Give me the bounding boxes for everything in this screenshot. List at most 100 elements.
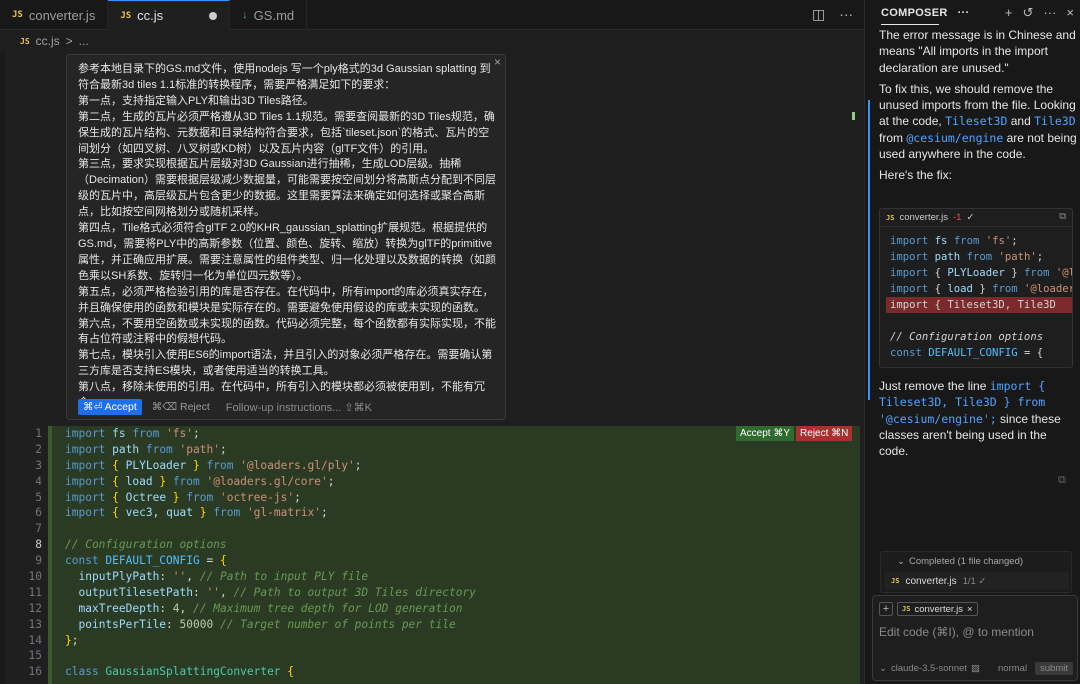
input-placeholder[interactable]: Edit code (⌘I), @ to mention	[879, 625, 1034, 639]
js-file-icon: JS	[891, 577, 900, 585]
code-token: '@loaders.gl/ply'	[240, 458, 355, 472]
code-token: '@loaders.gl/core'	[206, 474, 328, 488]
composer-message: The error message is in Chinese and mean…	[879, 27, 1077, 189]
change-marker	[852, 112, 855, 120]
code-token: class	[65, 665, 106, 679]
code-block-line: import { PLYLoader } from '@l	[890, 267, 1072, 279]
chevron-down-icon[interactable]: ⌄	[879, 663, 887, 674]
input-footer: ⌄ claude-3.5-sonnet ▨ normal submit	[879, 662, 1073, 675]
more-icon[interactable]: ···	[1043, 5, 1056, 21]
reject-diff-button[interactable]: Reject ⌘N	[796, 426, 853, 441]
close-panel-icon[interactable]: ×	[1066, 5, 1074, 21]
code-token: PLYLoader	[125, 458, 187, 472]
inline-code: @cesium/engine	[906, 130, 1004, 145]
prompt-line: 第六点，不要用空函数或未实现的函数。代码必须完整，每个函数都有实际实现，不能有占…	[78, 317, 496, 346]
split-editor-icon[interactable]: ◫	[812, 6, 825, 23]
code-line[interactable]: 10 inputPlyPath: '', // Path to input PL…	[0, 569, 860, 585]
accept-diff-button[interactable]: Accept ⌘Y	[736, 426, 795, 441]
code-line[interactable]: 14};	[0, 633, 860, 649]
completed-title: ⌄ Completed (1 file changed)	[897, 556, 1023, 567]
context-chips: + JS converter.js ×	[879, 602, 978, 616]
composer-menu-icon[interactable]: ···	[958, 7, 970, 19]
line-number: 3	[35, 458, 42, 472]
breadcrumb-file[interactable]: cc.js	[36, 34, 60, 48]
code-token: 'gl-matrix'	[246, 506, 322, 520]
code-line[interactable]: 8 // Configuration options	[0, 537, 860, 553]
image-icon[interactable]: ▨	[971, 663, 980, 674]
code-block-line: import fs from 'fs';	[890, 235, 1018, 247]
code-token: DEFAULT_CONFIG	[105, 554, 200, 568]
composer-title[interactable]: COMPOSER	[881, 7, 948, 19]
more-actions-icon[interactable]: ···	[839, 6, 853, 23]
mode-selector[interactable]: normal	[998, 663, 1027, 674]
code-line[interactable]: 1 import fs from 'fs';	[0, 426, 860, 442]
code-token: from	[139, 442, 180, 456]
code-block-file[interactable]: converter.js	[899, 212, 948, 223]
diff-actions: Accept ⌘Y Reject ⌘N	[736, 426, 853, 441]
remove-text-pre: Just remove the line	[879, 379, 987, 393]
completed-summary[interactable]: ⌄ Completed (1 file changed) JS converter…	[880, 551, 1072, 593]
intro-text: The error message is in Chinese and mean…	[879, 28, 1076, 75]
remove-text: Just remove the line import { Tileset3D,…	[879, 378, 1077, 459]
completed-file-row[interactable]: JS converter.js 1/1 ✓	[885, 572, 1069, 590]
code-text: pointsPerTile: 50000 // Target number of…	[65, 617, 455, 633]
code-line[interactable]: 12 maxTreeDepth: 4, // Maximum tree dept…	[0, 601, 860, 617]
composer-code-block[interactable]: JS converter.js -1 ✓ ⧉ import fs from 'f…	[879, 208, 1073, 368]
code-token: vec3	[125, 506, 153, 520]
followup-input[interactable]: Follow-up instructions... ⇧⌘K	[226, 401, 372, 414]
js-file-icon: JS	[12, 10, 23, 20]
code-token: :	[166, 617, 180, 631]
code-line[interactable]: 7	[0, 521, 860, 537]
copy-message-icon[interactable]: ⧉	[1058, 474, 1066, 487]
code-token: {	[112, 490, 126, 504]
submit-button[interactable]: submit	[1035, 662, 1073, 675]
composer-input[interactable]: + JS converter.js × Edit code (⌘I), @ to…	[872, 595, 1078, 681]
code-line[interactable]: 5 import { Octree } from 'octree-js';	[0, 490, 860, 506]
code-block-deleted-line: import { Tileset3D, Tile3D	[886, 297, 1072, 313]
code-line[interactable]: 13 pointsPerTile: 50000 // Target number…	[0, 617, 860, 633]
code-token: ;	[219, 442, 227, 456]
code-token: 'path'	[179, 442, 220, 456]
code-text: import { Octree } from 'octree-js';	[65, 490, 301, 506]
line-number: 9	[35, 554, 42, 568]
code-token: from	[125, 427, 167, 440]
code-token: }	[186, 458, 200, 472]
code-token: {	[112, 474, 126, 488]
code-line[interactable]: 6 import { vec3, quat } from 'gl-matrix';	[0, 505, 860, 521]
tab-cc-js[interactable]: JS cc.js	[108, 0, 231, 30]
tab-label: cc.js	[137, 8, 164, 23]
line-number: 10	[28, 570, 42, 584]
js-file-icon: JS	[886, 213, 895, 222]
code-line[interactable]: 9 const DEFAULT_CONFIG = {	[0, 553, 860, 569]
reject-button[interactable]: ⌘⌫ Reject	[152, 401, 210, 413]
code-block-header: JS converter.js -1 ✓ ⧉	[880, 209, 1072, 227]
new-chat-icon[interactable]: +	[1005, 5, 1013, 21]
code-line[interactable]: 15	[0, 648, 860, 664]
line-number: 1	[35, 427, 42, 440]
tab-gs-md[interactable]: ↓ GS.md	[230, 0, 308, 30]
code-line[interactable]: 4 import { load } from '@loaders.gl/core'…	[0, 474, 860, 490]
tab-converter-js[interactable]: JS converter.js	[0, 0, 109, 30]
context-chip[interactable]: JS converter.js ×	[897, 602, 978, 616]
add-context-icon[interactable]: +	[879, 602, 893, 616]
code-line[interactable]: 2 import path from 'path';	[0, 442, 860, 458]
code-line[interactable]: 3 import { PLYLoader } from '@loaders.gl/…	[0, 458, 860, 474]
code-line[interactable]: 11 outputTilesetPath: '', // Path to out…	[0, 585, 860, 601]
code-line[interactable]: 16 class GaussianSplattingConverter {	[0, 664, 860, 680]
model-selector[interactable]: claude-3.5-sonnet	[891, 663, 967, 674]
code-lines[interactable]: 1 import fs from 'fs'; 2 import path from …	[0, 426, 860, 680]
copy-icon[interactable]: ⧉	[1059, 211, 1066, 222]
chevron-down-icon: ⌄	[897, 556, 905, 567]
breadcrumb-more[interactable]: ...	[79, 34, 89, 48]
code-token: fs	[112, 427, 126, 440]
breadcrumb: JS cc.js > ...	[20, 31, 89, 51]
unsaved-dot-icon[interactable]	[209, 11, 218, 20]
code-token: import	[65, 458, 113, 472]
inline-code: Tileset3D	[945, 114, 1008, 129]
accept-button[interactable]: ⌘⏎ Accept	[78, 399, 142, 415]
close-icon[interactable]: ×	[967, 604, 973, 615]
history-icon[interactable]: ↺	[1023, 5, 1034, 21]
